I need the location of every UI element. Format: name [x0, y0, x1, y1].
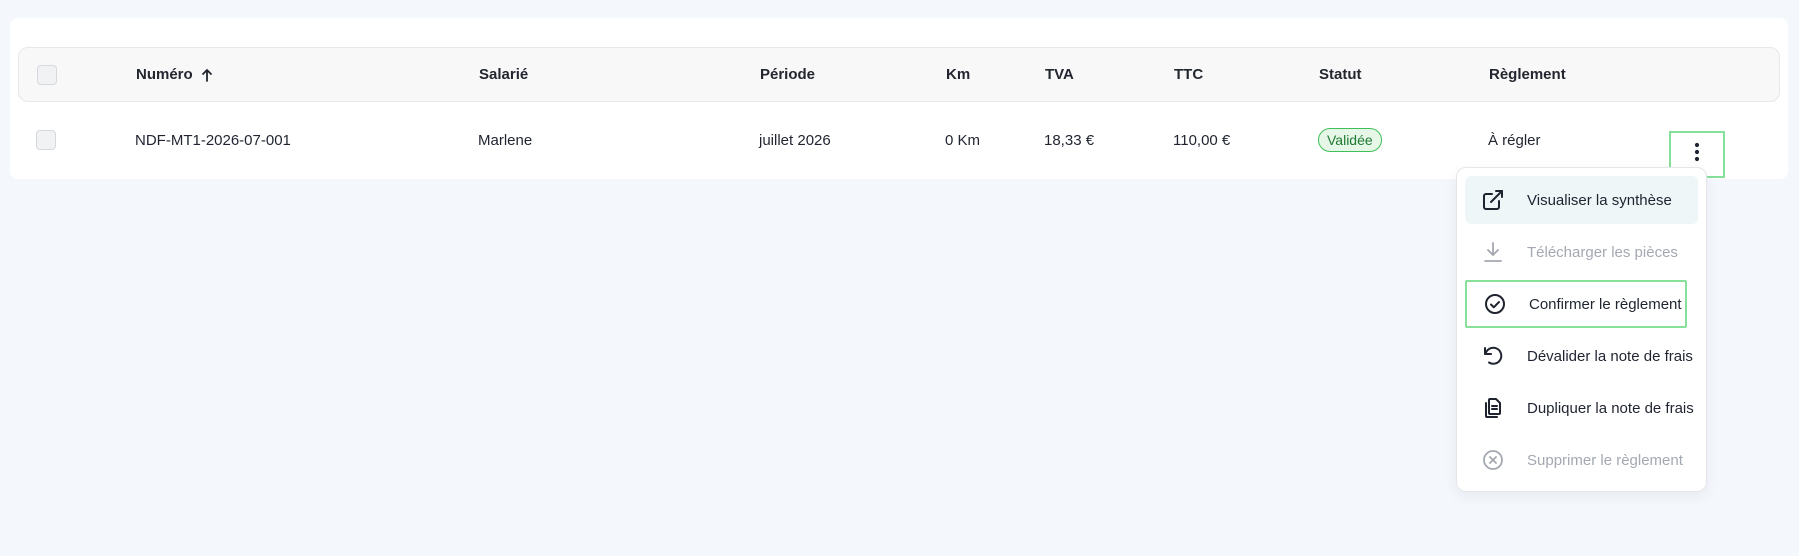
column-header-reglement[interactable]: Règlement	[1489, 48, 1566, 101]
menu-item-label: Confirmer le règlement	[1529, 295, 1682, 313]
menu-item-label: Télécharger les pièces	[1527, 243, 1678, 261]
column-header-tva[interactable]: TVA	[1045, 48, 1074, 101]
cell-periode: juillet 2026	[759, 131, 831, 149]
column-header-salarie[interactable]: Salarié	[479, 48, 528, 101]
menu-item-label: Visualiser la synthèse	[1527, 191, 1672, 209]
menu-item-label: Dupliquer la note de frais	[1527, 399, 1694, 417]
cell-numero: NDF-MT1-2026-07-001	[135, 131, 291, 149]
column-header-km[interactable]: Km	[946, 48, 970, 101]
menu-item-supprimer-reglement[interactable]: Supprimer le règlement	[1465, 436, 1698, 484]
column-header-periode[interactable]: Période	[760, 48, 815, 101]
column-header-ttc[interactable]: TTC	[1174, 48, 1203, 101]
cell-km: 0 Km	[945, 131, 981, 149]
menu-item-dupliquer-note[interactable]: Dupliquer la note de frais	[1465, 384, 1698, 432]
row-select-checkbox[interactable]	[36, 130, 56, 150]
cell-tva: 18,33 €	[1044, 131, 1095, 149]
menu-item-devalider-note[interactable]: Dévalider la note de frais	[1465, 332, 1698, 380]
column-header-numero[interactable]: Numéro	[136, 48, 213, 101]
menu-item-label: Dévalider la note de frais	[1527, 347, 1693, 365]
cell-statut: Validée	[1318, 102, 1382, 178]
select-all-cell	[37, 48, 57, 101]
row-select-cell	[36, 102, 56, 178]
status-badge: Validée	[1318, 128, 1382, 152]
kebab-vertical-icon	[1694, 142, 1700, 167]
x-circle-icon	[1479, 446, 1507, 474]
duplicate-icon	[1479, 394, 1507, 422]
column-header-numero-label: Numéro	[136, 66, 193, 83]
external-link-icon	[1479, 186, 1507, 214]
menu-item-telecharger-pieces[interactable]: Télécharger les pièces	[1465, 228, 1698, 276]
table-header: Numéro Salarié Période Km TVA TTC Statut…	[18, 47, 1780, 102]
cell-salarie: Marlene	[478, 131, 533, 149]
download-icon	[1479, 238, 1507, 266]
menu-item-label: Supprimer le règlement	[1527, 451, 1683, 469]
menu-item-confirmer-reglement[interactable]: Confirmer le règlement	[1465, 280, 1687, 328]
select-all-checkbox[interactable]	[37, 64, 57, 85]
row-actions-menu: Visualiser la synthèse Télécharger les p…	[1456, 167, 1707, 492]
undo-icon	[1479, 342, 1507, 370]
column-header-statut[interactable]: Statut	[1319, 48, 1362, 101]
menu-item-visualiser-synthese[interactable]: Visualiser la synthèse	[1465, 176, 1698, 224]
expense-table-card: Numéro Salarié Période Km TVA TTC Statut…	[10, 18, 1788, 179]
arrow-up-icon	[201, 68, 213, 82]
check-circle-icon	[1481, 290, 1509, 318]
cell-ttc: 110,00 €	[1173, 131, 1231, 149]
